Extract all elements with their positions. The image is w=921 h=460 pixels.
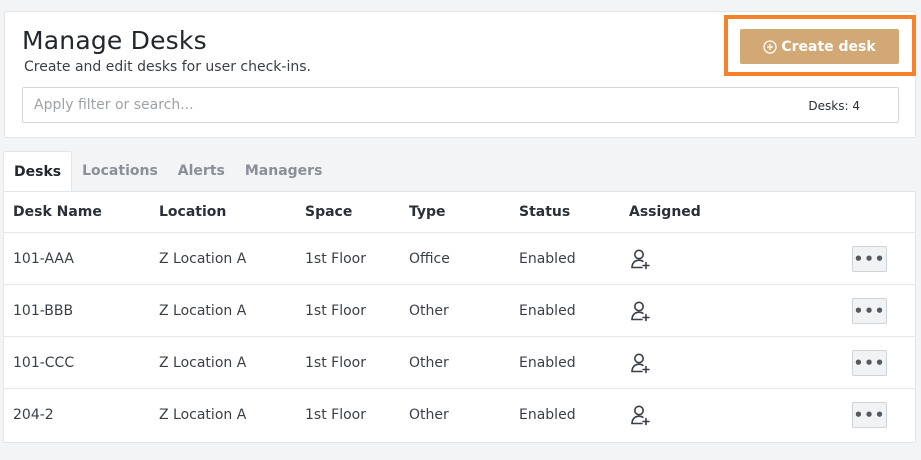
assigned-cell [629,285,653,336]
search-box: Desks: 4 [22,87,899,123]
table-header-row: Desk Name Location Space Type Status Ass… [4,192,915,233]
table-row: 101-CCC Z Location A 1st Floor Other Ena… [4,337,915,389]
assigned-cell [629,337,653,388]
row-actions-button[interactable]: ••• [852,350,887,376]
status-cell: Enabled [519,250,576,267]
location-cell: Z Location A [159,407,247,423]
location-cell: Z Location A [159,354,247,371]
type-cell: Office [409,250,450,267]
row-actions-button[interactable]: ••• [852,246,887,272]
create-desk-label: Create desk [781,38,876,55]
create-desk-button[interactable]: Create desk [740,29,899,64]
location-cell: Z Location A [159,302,247,319]
space-cell: 1st Floor [305,354,366,371]
table-row: 101-BBB Z Location A 1st Floor Other Ena… [4,285,915,337]
column-header-space[interactable]: Space [305,192,352,232]
row-actions-button[interactable]: ••• [852,298,887,324]
desk-count: Desks: 4 [808,99,860,113]
type-cell: Other [409,302,449,319]
assign-user-icon[interactable] [629,351,653,375]
column-header-location[interactable]: Location [159,192,226,232]
column-header-desk-name[interactable]: Desk Name [13,192,102,232]
space-cell: 1st Floor [305,250,366,267]
status-cell: Enabled [519,407,576,423]
page-subtitle: Create and edit desks for user check-ins… [24,59,311,75]
desk-name-cell: 204-2 [13,407,54,423]
desk-name-cell: 101-BBB [13,302,74,319]
type-cell: Other [409,354,449,371]
desk-name-cell: 101-CCC [13,354,75,371]
assign-user-icon[interactable] [629,247,653,271]
space-cell: 1st Floor [305,407,366,423]
table-row: 101-AAA Z Location A 1st Floor Office En… [4,233,915,285]
tab-desks[interactable]: Desks [3,151,73,192]
tab-bar: Desks Locations Alerts Managers [3,151,333,192]
status-cell: Enabled [519,302,576,319]
column-header-assigned[interactable]: Assigned [629,192,701,232]
space-cell: 1st Floor [305,302,366,319]
desk-name-cell: 101-AAA [13,250,74,267]
assign-user-icon[interactable] [629,403,653,427]
tab-alerts[interactable]: Alerts [168,151,235,191]
assigned-cell [629,233,653,284]
desks-table: Desk Name Location Space Type Status Ass… [3,191,916,443]
table-row: 204-2 Z Location A 1st Floor Other Enabl… [4,389,915,441]
page-title: Manage Desks [22,26,207,55]
plus-circle-icon [763,39,777,54]
row-actions-button[interactable]: ••• [852,402,887,428]
column-header-type[interactable]: Type [409,192,446,232]
header-card: Manage Desks Create and edit desks for u… [4,11,916,138]
column-header-status[interactable]: Status [519,192,570,232]
assign-user-icon[interactable] [629,299,653,323]
status-cell: Enabled [519,354,576,371]
tab-managers[interactable]: Managers [235,151,333,191]
search-input[interactable] [34,94,734,116]
type-cell: Other [409,407,449,423]
tab-locations[interactable]: Locations [72,151,168,191]
assigned-cell [629,389,653,441]
location-cell: Z Location A [159,250,247,267]
